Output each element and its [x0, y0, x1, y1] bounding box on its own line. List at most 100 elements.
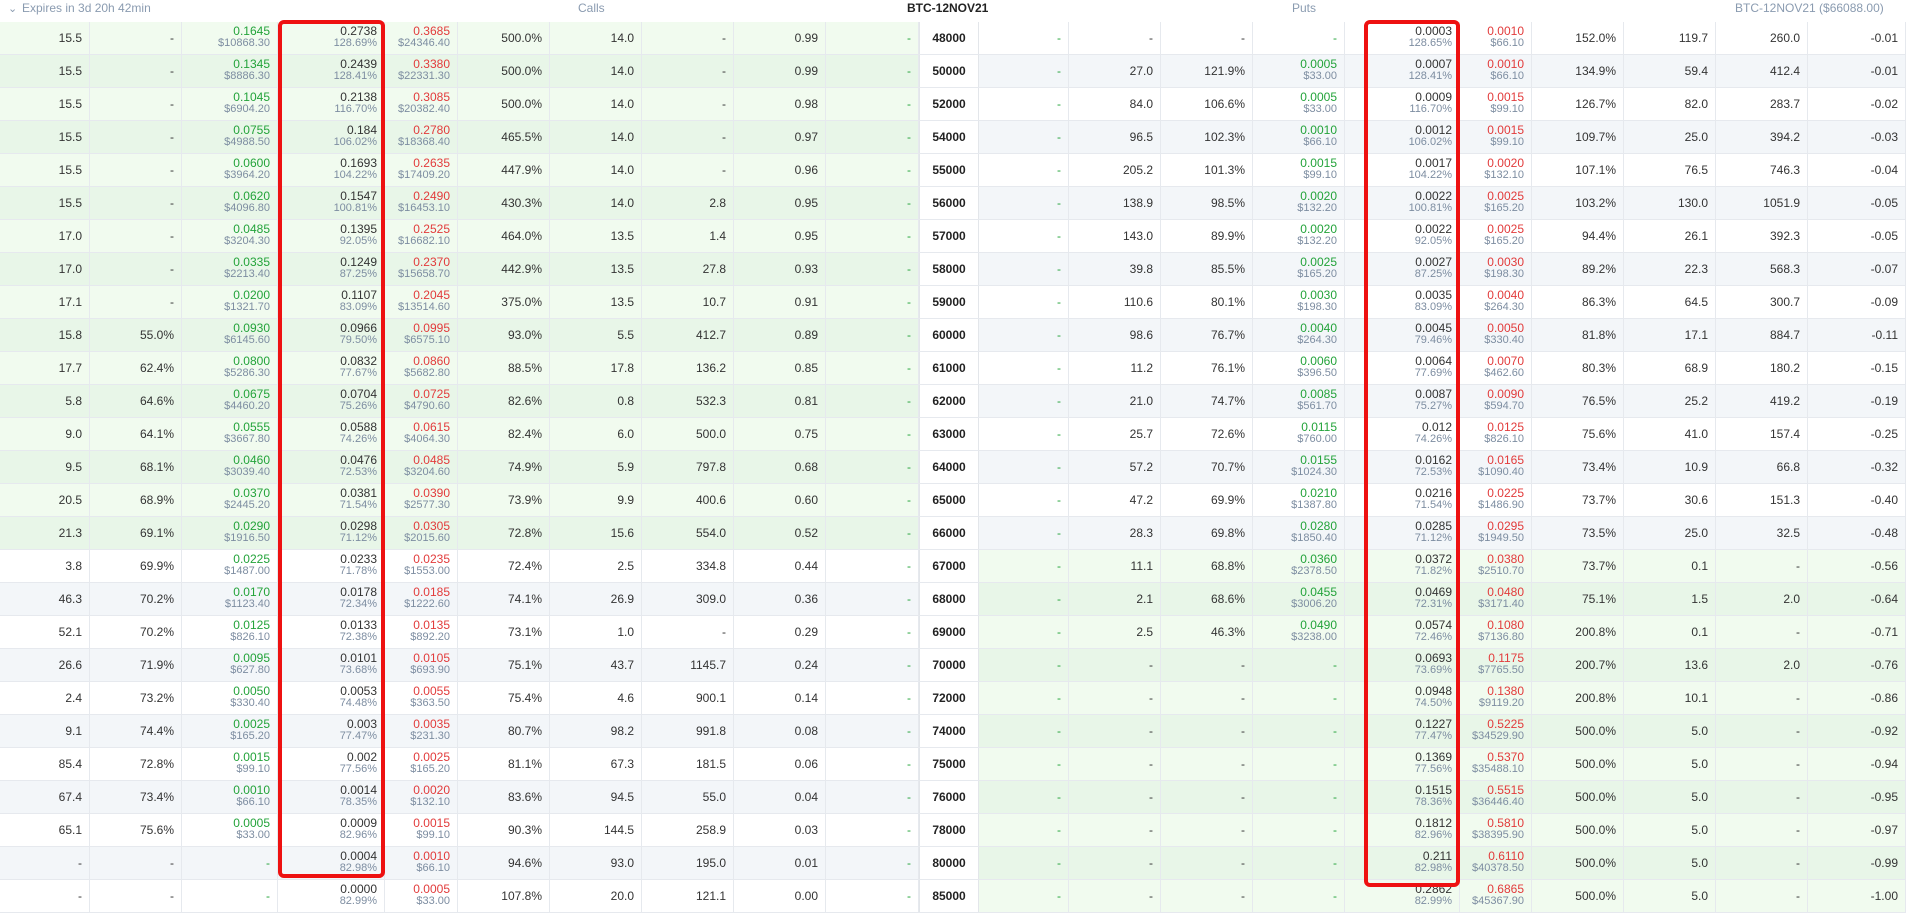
- call-ask-size-cell[interactable]: 14.0: [550, 88, 642, 120]
- call-open-interest-cell[interactable]: 900.1: [642, 682, 734, 714]
- call-open-interest-cell[interactable]: 334.8: [642, 550, 734, 582]
- put-ask-cell[interactable]: 0.0040 $264.30: [1460, 286, 1532, 318]
- put-bid-cell[interactable]: 0.0360 $2378.50: [1253, 550, 1345, 582]
- call-ask-cell[interactable]: 0.0005 $33.00: [385, 880, 458, 912]
- put-ask-size-cell[interactable]: 59.4: [1624, 55, 1716, 87]
- put-delta-cell[interactable]: -0.48: [1808, 517, 1906, 549]
- call-bid-cell[interactable]: 0.0555 $3667.80: [182, 418, 278, 450]
- call-delta-cell[interactable]: 0.36: [734, 583, 826, 615]
- call-open-interest-cell[interactable]: 121.1: [642, 880, 734, 912]
- put-bid-cell[interactable]: 0.0030 $198.30: [1253, 286, 1345, 318]
- call-iv-bid-cell[interactable]: -: [90, 880, 182, 912]
- put-position-cell[interactable]: -: [979, 451, 1069, 483]
- put-delta-cell[interactable]: -0.32: [1808, 451, 1906, 483]
- call-iv-bid-cell[interactable]: 71.9%: [90, 649, 182, 681]
- put-position-cell[interactable]: -: [979, 583, 1069, 615]
- put-position-cell[interactable]: -: [979, 550, 1069, 582]
- call-mark-cell[interactable]: 0.002 77.56%: [278, 748, 385, 780]
- call-bid-cell[interactable]: 0.0025 $165.20: [182, 715, 278, 747]
- put-iv-ask-cell[interactable]: 500.0%: [1532, 748, 1624, 780]
- put-bid-size-cell[interactable]: -: [1069, 715, 1161, 747]
- call-position-cell[interactable]: -: [826, 88, 919, 120]
- put-delta-cell[interactable]: -0.92: [1808, 715, 1906, 747]
- put-iv-ask-cell[interactable]: 134.9%: [1532, 55, 1624, 87]
- put-bid-cell[interactable]: 0.0085 $561.70: [1253, 385, 1345, 417]
- call-iv-bid-cell[interactable]: 64.1%: [90, 418, 182, 450]
- put-position-cell[interactable]: -: [979, 88, 1069, 120]
- put-bid-cell[interactable]: -: [1253, 649, 1345, 681]
- put-ask-size-cell[interactable]: 5.0: [1624, 847, 1716, 879]
- call-iv-bid-cell[interactable]: 68.9%: [90, 484, 182, 516]
- put-delta-cell[interactable]: -0.02: [1808, 88, 1906, 120]
- call-bid-cell[interactable]: 0.1045 $6904.20: [182, 88, 278, 120]
- put-bid-cell[interactable]: 0.0060 $396.50: [1253, 352, 1345, 384]
- put-delta-cell[interactable]: -0.95: [1808, 781, 1906, 813]
- put-ask-cell[interactable]: 0.0015 $99.10: [1460, 88, 1532, 120]
- put-bid-cell[interactable]: -: [1253, 880, 1345, 912]
- call-ask-cell[interactable]: 0.0725 $4790.60: [385, 385, 458, 417]
- call-open-interest-cell[interactable]: 181.5: [642, 748, 734, 780]
- put-bid-cell[interactable]: -: [1253, 847, 1345, 879]
- put-mark-cell[interactable]: 0.0022 92.05%: [1345, 220, 1460, 252]
- put-mark-cell[interactable]: 0.0007 128.41%: [1345, 55, 1460, 87]
- put-mark-cell[interactable]: 0.0035 83.09%: [1345, 286, 1460, 318]
- call-position-cell[interactable]: -: [826, 352, 919, 384]
- put-iv-bid-cell[interactable]: 76.1%: [1161, 352, 1253, 384]
- call-open-interest-cell[interactable]: -: [642, 121, 734, 153]
- put-ask-size-cell[interactable]: 22.3: [1624, 253, 1716, 285]
- call-iv-bid-cell[interactable]: -: [90, 253, 182, 285]
- call-ask-cell[interactable]: 0.2635 $17409.20: [385, 154, 458, 186]
- put-position-cell[interactable]: -: [979, 715, 1069, 747]
- call-position-cell[interactable]: -: [826, 187, 919, 219]
- put-bid-cell[interactable]: 0.0025 $165.20: [1253, 253, 1345, 285]
- call-open-interest-cell[interactable]: -: [642, 22, 734, 54]
- call-bid-cell[interactable]: 0.0010 $66.10: [182, 781, 278, 813]
- put-open-interest-cell[interactable]: 412.4: [1716, 55, 1808, 87]
- call-ask-cell[interactable]: 0.0025 $165.20: [385, 748, 458, 780]
- call-size-cell[interactable]: 9.0: [0, 418, 90, 450]
- put-ask-size-cell[interactable]: 26.1: [1624, 220, 1716, 252]
- put-ask-cell[interactable]: 0.1080 $7136.80: [1460, 616, 1532, 648]
- call-position-cell[interactable]: -: [826, 682, 919, 714]
- put-bid-cell[interactable]: 0.0210 $1387.80: [1253, 484, 1345, 516]
- call-ask-cell[interactable]: 0.2525 $16682.10: [385, 220, 458, 252]
- call-delta-cell[interactable]: 0.44: [734, 550, 826, 582]
- call-iv-bid-cell[interactable]: 70.2%: [90, 583, 182, 615]
- put-ask-size-cell[interactable]: 5.0: [1624, 880, 1716, 912]
- call-iv-ask-cell[interactable]: 93.0%: [458, 319, 550, 351]
- put-delta-cell[interactable]: -0.71: [1808, 616, 1906, 648]
- put-ask-size-cell[interactable]: 30.6: [1624, 484, 1716, 516]
- put-mark-cell[interactable]: 0.0285 71.12%: [1345, 517, 1460, 549]
- put-delta-cell[interactable]: -0.86: [1808, 682, 1906, 714]
- put-iv-ask-cell[interactable]: 76.5%: [1532, 385, 1624, 417]
- call-delta-cell[interactable]: 0.04: [734, 781, 826, 813]
- call-ask-size-cell[interactable]: 43.7: [550, 649, 642, 681]
- put-ask-size-cell[interactable]: 82.0: [1624, 88, 1716, 120]
- put-ask-size-cell[interactable]: 0.1: [1624, 550, 1716, 582]
- call-delta-cell[interactable]: 0.24: [734, 649, 826, 681]
- put-bid-size-cell[interactable]: 2.5: [1069, 616, 1161, 648]
- put-open-interest-cell[interactable]: 884.7: [1716, 319, 1808, 351]
- put-iv-ask-cell[interactable]: 200.7%: [1532, 649, 1624, 681]
- put-position-cell[interactable]: -: [979, 22, 1069, 54]
- put-ask-cell[interactable]: 0.0025 $165.20: [1460, 187, 1532, 219]
- call-ask-size-cell[interactable]: 14.0: [550, 187, 642, 219]
- call-iv-ask-cell[interactable]: 430.3%: [458, 187, 550, 219]
- call-delta-cell[interactable]: 0.97: [734, 121, 826, 153]
- put-open-interest-cell[interactable]: 746.3: [1716, 154, 1808, 186]
- call-size-cell[interactable]: 46.3: [0, 583, 90, 615]
- put-iv-ask-cell[interactable]: 75.1%: [1532, 583, 1624, 615]
- call-ask-size-cell[interactable]: 5.9: [550, 451, 642, 483]
- call-delta-cell[interactable]: 0.29: [734, 616, 826, 648]
- call-open-interest-cell[interactable]: -: [642, 55, 734, 87]
- call-delta-cell[interactable]: 0.03: [734, 814, 826, 846]
- put-iv-ask-cell[interactable]: 500.0%: [1532, 715, 1624, 747]
- put-open-interest-cell[interactable]: -: [1716, 748, 1808, 780]
- call-size-cell[interactable]: 15.5: [0, 187, 90, 219]
- put-bid-cell[interactable]: -: [1253, 682, 1345, 714]
- put-position-cell[interactable]: -: [979, 55, 1069, 87]
- call-iv-bid-cell[interactable]: -: [90, 88, 182, 120]
- call-size-cell[interactable]: 2.4: [0, 682, 90, 714]
- put-delta-cell[interactable]: -0.05: [1808, 187, 1906, 219]
- put-mark-cell[interactable]: 0.0574 72.46%: [1345, 616, 1460, 648]
